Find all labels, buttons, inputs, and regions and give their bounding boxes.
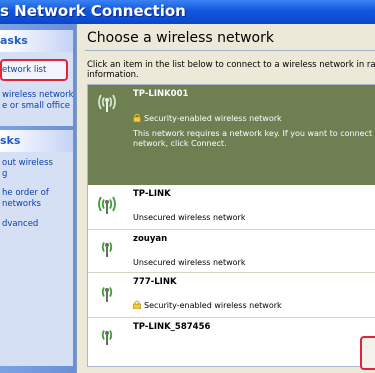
change-order-line2: networks [2, 199, 41, 209]
connect-button[interactable] [360, 336, 375, 370]
network-security: Security-enabled wireless network [133, 113, 282, 123]
advanced-settings-link[interactable]: dvanced [0, 219, 38, 230]
page-title: Choose a wireless network [87, 30, 274, 46]
learn-wireless-line2: g [2, 169, 8, 179]
network-item-777-link[interactable]: 777-LINK Security-enabled wireless netwo… [88, 273, 375, 317]
instructions-line2: information. [87, 70, 139, 80]
lock-icon [133, 113, 141, 122]
wireless-signal-icon [101, 242, 113, 257]
extra-tasks: wireless network e or small office [0, 84, 74, 126]
network-security-label: Security-enabled wireless network [144, 114, 282, 123]
network-note: This network requires a network key. If … [133, 129, 375, 149]
network-name: 777-LINK [133, 277, 177, 287]
network-name: TP-LINK001 [133, 89, 189, 99]
network-security-label: Security-enabled wireless network [144, 301, 282, 310]
home-small-office-link[interactable]: e or small office [0, 101, 70, 112]
network-item-tp-link001[interactable]: TP-LINK001 Security-enabled wireless net… [88, 85, 375, 185]
main-pane: Choose a wireless network Click an item … [76, 24, 375, 373]
learn-wireless-line1: out wireless [2, 158, 53, 168]
learn-wireless-link[interactable]: out wireless g [0, 158, 53, 180]
wireless-signal-icon [101, 287, 113, 302]
title-divider [85, 50, 375, 51]
task-pane: asks etwork list wireless network e or s… [0, 24, 76, 373]
network-security: Security-enabled wireless network [133, 300, 282, 310]
wireless-signal-icon [101, 330, 113, 345]
network-tasks-header: asks [0, 30, 73, 52]
related-tasks-panel: sks out wireless g he order of networks … [0, 130, 73, 366]
network-name: TP-LINK_587456 [133, 322, 211, 332]
network-name: TP-LINK [133, 189, 171, 199]
network-security-label: Unsecured wireless network [133, 258, 246, 267]
title-bar: s Network Connection [0, 0, 375, 24]
refresh-network-list-link[interactable]: etwork list [0, 59, 68, 81]
network-item-zouyan[interactable]: zouyan Unsecured wireless network [88, 230, 375, 272]
related-tasks-header: sks [0, 130, 73, 152]
network-security-label: Unsecured wireless network [133, 213, 246, 222]
change-order-link[interactable]: he order of networks [0, 188, 49, 210]
wireless-signal-icon [98, 196, 116, 214]
network-note-line1: This network requires a network key. If … [133, 129, 375, 138]
network-name: zouyan [133, 234, 168, 244]
network-item-tp-link[interactable]: TP-LINK Unsecured wireless network [88, 185, 375, 229]
change-order-line1: he order of [2, 188, 49, 198]
network-item-tp-link-587456[interactable]: TP-LINK_587456 [88, 318, 375, 366]
instructions: Click an item in the list below to conne… [87, 60, 375, 80]
network-list[interactable]: TP-LINK001 Security-enabled wireless net… [87, 84, 375, 367]
window-title: s Network Connection [0, 2, 186, 20]
instructions-line1: Click an item in the list below to conne… [87, 60, 375, 70]
setup-wireless-network-link[interactable]: wireless network [0, 90, 74, 101]
network-note-line2: network, click Connect. [133, 139, 227, 148]
lock-icon [133, 300, 141, 309]
wireless-signal-icon [98, 94, 116, 112]
